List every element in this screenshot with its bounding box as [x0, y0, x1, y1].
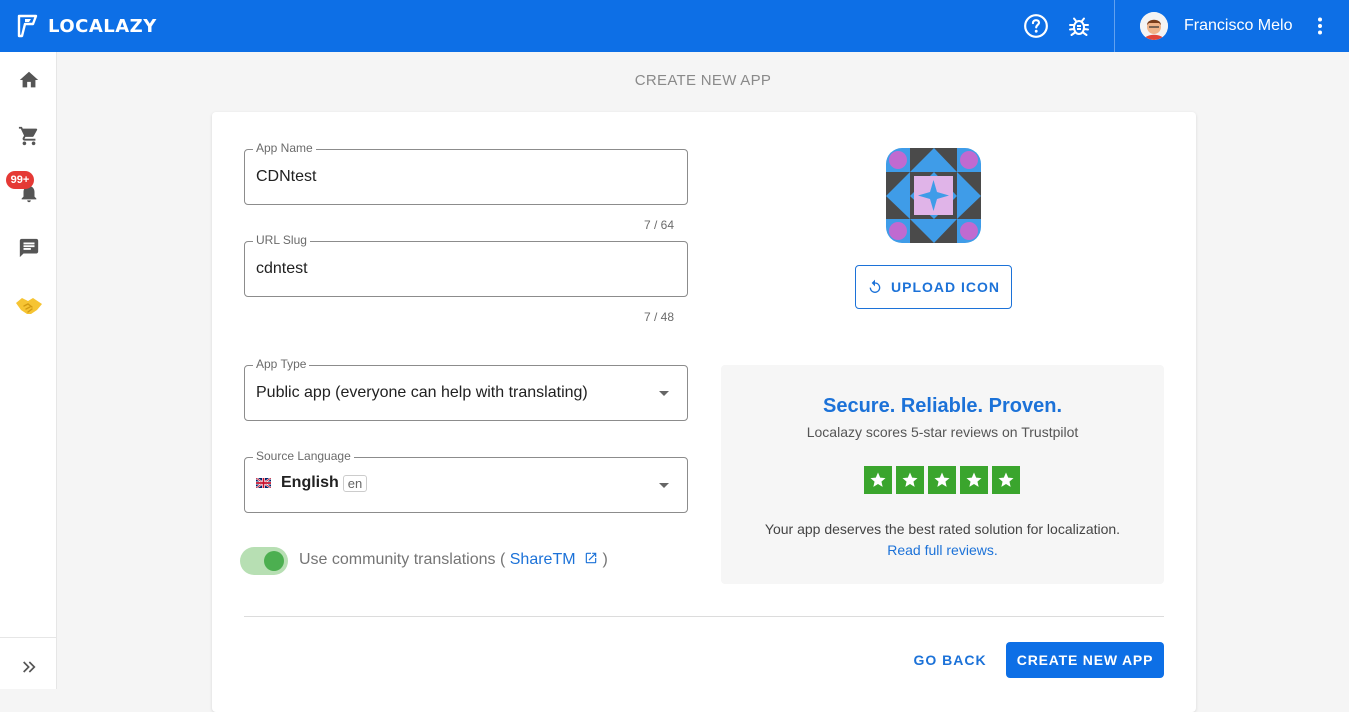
- notification-badge: 99+: [6, 171, 34, 189]
- upload-icon-button[interactable]: UPLOAD ICON: [855, 265, 1012, 309]
- create-app-card: App Name CDNtest 7 / 64 URL Slug cdntest…: [212, 112, 1196, 712]
- source-language-value: English en: [256, 474, 368, 492]
- url-slug-label: URL Slug: [253, 233, 310, 247]
- sidebar-item-store[interactable]: [0, 114, 57, 158]
- sidebar-item-partners[interactable]: [0, 284, 57, 328]
- star-icon: [864, 466, 892, 494]
- brand-name: LOCALAZY: [48, 15, 157, 37]
- sidebar-divider: [0, 637, 57, 638]
- star-icon: [896, 466, 924, 494]
- app-name-value[interactable]: CDNtest: [256, 168, 316, 186]
- url-slug-counter: 7 / 48: [644, 310, 675, 324]
- language-name: English: [281, 474, 339, 491]
- url-slug-value[interactable]: cdntest: [256, 260, 308, 278]
- trustpilot-stars: [864, 466, 1024, 494]
- avatar: [1140, 12, 1168, 40]
- avatar-image: [1140, 12, 1168, 40]
- trustpilot-panel: Secure. Reliable. Proven. Localazy score…: [721, 365, 1164, 584]
- trust-description: Your app deserves the best rated solutio…: [764, 521, 1121, 537]
- star-icon: [992, 466, 1020, 494]
- more-options-button[interactable]: [1300, 6, 1340, 46]
- sidebar: 99+: [0, 52, 57, 689]
- trust-title: Secure. Reliable. Proven.: [823, 395, 1062, 417]
- help-button[interactable]: [1016, 6, 1056, 46]
- chevron-down-icon: [659, 391, 669, 396]
- source-language-label: Source Language: [253, 449, 354, 463]
- language-code-badge: en: [342, 474, 368, 492]
- app-icon-image: [886, 148, 981, 243]
- sidebar-item-messages[interactable]: [0, 226, 57, 270]
- toggle-knob: [264, 551, 284, 571]
- upload-icon-label: UPLOAD ICON: [891, 279, 1000, 295]
- app-type-label: App Type: [253, 357, 310, 371]
- uk-flag-icon: [256, 478, 271, 488]
- app-name-field[interactable]: App Name CDNtest: [244, 141, 688, 205]
- refresh-icon: [869, 279, 881, 293]
- chevron-down-icon: [659, 483, 669, 488]
- star-icon: [928, 466, 956, 494]
- star-icon: [960, 466, 988, 494]
- page-title: CREATE NEW APP: [634, 72, 772, 89]
- app-name-counter: 7 / 64: [644, 218, 675, 232]
- community-translations-text: Use community translations ( ShareTM ): [299, 551, 608, 569]
- report-bug-button[interactable]: [1059, 6, 1099, 46]
- app-name-label: App Name: [253, 141, 316, 155]
- community-translations-toggle[interactable]: [240, 547, 288, 575]
- external-link-icon: [585, 552, 597, 564]
- app-icon-preview: [886, 148, 981, 243]
- app-type-value: Public app (everyone can help with trans…: [256, 384, 588, 401]
- go-back-button[interactable]: GO BACK: [905, 642, 995, 678]
- bug-icon: [1069, 17, 1089, 36]
- community-translations-label: Use community translations (: [299, 551, 506, 568]
- trust-subtitle: Localazy scores 5-star reviews on Trustp…: [806, 424, 1079, 440]
- create-new-app-button[interactable]: CREATE NEW APP: [1006, 642, 1164, 678]
- card-divider: [244, 616, 1164, 617]
- url-slug-field[interactable]: URL Slug cdntest: [244, 233, 688, 297]
- top-app-bar: LOCALAZY Francisco Melo: [0, 0, 1349, 52]
- localazy-logo-icon: [17, 14, 38, 38]
- sidebar-expand-button[interactable]: [0, 645, 57, 689]
- topbar-divider: [1114, 0, 1115, 52]
- user-name: Francisco Melo: [1184, 17, 1293, 34]
- source-language-select[interactable]: Source Language English en: [244, 449, 688, 513]
- user-menu[interactable]: Francisco Melo: [1140, 12, 1292, 40]
- community-translations-close: ): [602, 551, 608, 568]
- brand-logo-link[interactable]: LOCALAZY: [16, 14, 157, 38]
- help-icon: [1024, 14, 1048, 38]
- cart-icon: [18, 126, 37, 146]
- app-type-select[interactable]: App Type Public app (everyone can help w…: [244, 357, 688, 421]
- sharetm-link[interactable]: ShareTM: [510, 551, 598, 568]
- chat-icon: [19, 238, 38, 258]
- handshake-icon: [15, 298, 42, 314]
- more-vert-icon: [1318, 17, 1322, 35]
- read-reviews-link[interactable]: Read full reviews.: [721, 542, 1164, 558]
- double-chevron-right-icon: [22, 661, 36, 673]
- home-icon: [19, 71, 38, 88]
- sidebar-item-home[interactable]: [0, 58, 57, 102]
- sidebar-item-notifications[interactable]: 99+: [0, 171, 57, 215]
